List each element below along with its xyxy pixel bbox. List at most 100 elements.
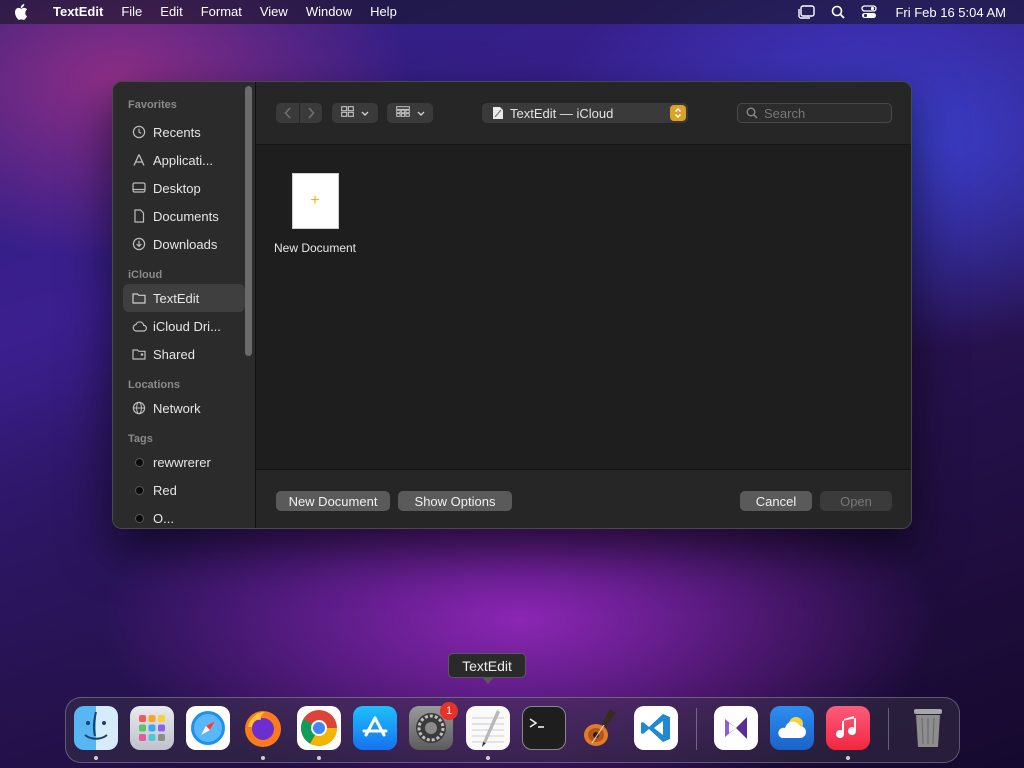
menu-help[interactable]: Help xyxy=(361,0,406,24)
sidebar-item-documents[interactable]: Documents xyxy=(123,202,245,230)
sidebar-item-label: Downloads xyxy=(153,236,218,252)
running-indicator xyxy=(261,756,265,760)
sidebar-tag-rewwrerer[interactable]: rewwrerer xyxy=(123,448,245,476)
music-icon[interactable] xyxy=(826,706,870,750)
view-mode-button[interactable] xyxy=(332,103,378,123)
weather-icon[interactable] xyxy=(770,706,814,750)
sidebar-section-locations: Locations xyxy=(128,379,180,391)
shared-folder-icon xyxy=(131,346,147,362)
garageband-icon[interactable] xyxy=(578,706,622,750)
menu-file[interactable]: File xyxy=(112,0,151,24)
sidebar-item-recents[interactable]: Recents xyxy=(123,118,245,146)
firefox-icon[interactable] xyxy=(241,706,285,750)
dialog-main: TextEdit — iCloud + New Document New Doc… xyxy=(256,82,911,528)
running-indicator xyxy=(846,756,850,760)
chrome-icon[interactable] xyxy=(297,706,341,750)
textedit-document-icon xyxy=(492,106,504,120)
tag-dot-icon xyxy=(134,457,144,467)
download-icon xyxy=(131,236,147,252)
launchpad-icon[interactable] xyxy=(130,706,174,750)
dock: 1 xyxy=(65,697,960,763)
menu-clock[interactable]: Fri Feb 16 5:04 AM xyxy=(885,5,1024,20)
sidebar-tag-red[interactable]: Red xyxy=(123,476,245,504)
file-item-label: New Document xyxy=(273,241,357,255)
sidebar-item-label: Applicati... xyxy=(153,152,213,168)
sidebar-tag-partial[interactable]: O... xyxy=(123,504,245,528)
new-document-button[interactable]: New Document xyxy=(276,491,390,511)
popup-stepper-icon xyxy=(670,105,686,121)
group-icon xyxy=(395,104,410,122)
file-item-new-document[interactable]: + New Document xyxy=(270,173,360,255)
sidebar-section-tags: Tags xyxy=(128,433,153,445)
location-popup-label: TextEdit — iCloud xyxy=(510,105,614,121)
open-file-dialog: Favorites Recents Applicati... Desktop D… xyxy=(112,81,912,529)
menu-view[interactable]: View xyxy=(251,0,297,24)
apple-menu-icon[interactable] xyxy=(14,4,40,20)
show-options-button[interactable]: Show Options xyxy=(398,491,512,511)
sidebar-item-icloud-drive[interactable]: iCloud Dri... xyxy=(123,312,245,340)
search-input[interactable] xyxy=(764,105,884,121)
new-document-icon: + xyxy=(291,173,339,229)
dialog-toolbar: TextEdit — iCloud xyxy=(256,82,911,145)
trash-icon[interactable] xyxy=(906,706,950,750)
tag-dot-icon xyxy=(134,485,144,495)
dock-tooltip: TextEdit xyxy=(448,653,526,684)
sidebar-item-shared[interactable]: Shared xyxy=(123,340,245,368)
dialog-sidebar: Favorites Recents Applicati... Desktop D… xyxy=(113,82,256,528)
clock-icon xyxy=(131,124,147,140)
menu-app-name[interactable]: TextEdit xyxy=(44,0,112,24)
app-store-icon[interactable] xyxy=(353,706,397,750)
globe-icon xyxy=(131,400,147,416)
sidebar-scrollbar[interactable] xyxy=(245,86,252,356)
forward-arrow-icon[interactable] xyxy=(300,107,322,119)
sidebar-item-textedit[interactable]: TextEdit xyxy=(123,284,245,312)
sidebar-item-label: Recents xyxy=(153,124,201,140)
back-forward-group xyxy=(276,103,322,123)
dialog-bottom-bar: New Document Show Options Cancel Open xyxy=(256,469,911,528)
back-arrow-icon[interactable] xyxy=(277,107,299,119)
sidebar-item-network[interactable]: Network xyxy=(123,394,245,422)
chevron-down-icon xyxy=(361,104,369,122)
menu-window[interactable]: Window xyxy=(297,0,361,24)
sidebar-item-label: rewwrerer xyxy=(153,454,211,470)
menu-bar: TextEdit File Edit Format View Window He… xyxy=(0,0,1024,24)
finder-icon[interactable] xyxy=(74,706,118,750)
textedit-icon[interactable] xyxy=(466,706,510,750)
sidebar-item-label: O... xyxy=(153,510,174,526)
control-center-icon[interactable] xyxy=(853,0,885,24)
sidebar-item-downloads[interactable]: Downloads xyxy=(123,230,245,258)
dock-separator xyxy=(696,708,697,750)
applications-icon xyxy=(131,152,147,168)
grid-view-icon xyxy=(341,104,354,122)
terminal-icon[interactable] xyxy=(522,706,566,750)
folder-icon xyxy=(131,290,147,306)
sidebar-item-label: Shared xyxy=(153,346,195,362)
sidebar-section-favorites: Favorites xyxy=(128,99,177,111)
cancel-button[interactable]: Cancel xyxy=(740,491,812,511)
vscode-icon[interactable] xyxy=(634,706,678,750)
sidebar-item-desktop[interactable]: Desktop xyxy=(123,174,245,202)
sidebar-item-label: Network xyxy=(153,400,201,416)
running-indicator xyxy=(317,756,321,760)
running-indicator xyxy=(94,756,98,760)
stage-manager-icon[interactable] xyxy=(789,0,823,24)
cloud-icon xyxy=(131,318,147,334)
visual-studio-icon[interactable] xyxy=(714,706,758,750)
spotlight-search-icon[interactable] xyxy=(823,0,853,24)
sidebar-section-icloud: iCloud xyxy=(128,269,163,281)
sidebar-item-applications[interactable]: Applicati... xyxy=(123,146,245,174)
group-by-button[interactable] xyxy=(387,103,433,123)
search-icon xyxy=(746,107,758,119)
menu-edit[interactable]: Edit xyxy=(151,0,191,24)
menu-format[interactable]: Format xyxy=(192,0,251,24)
desktop-icon xyxy=(131,180,147,196)
sidebar-item-label: Desktop xyxy=(153,180,201,196)
safari-icon[interactable] xyxy=(186,706,230,750)
dock-separator xyxy=(888,708,889,750)
search-field[interactable] xyxy=(737,103,892,123)
tag-dot-icon xyxy=(134,513,144,523)
sidebar-item-label: TextEdit xyxy=(153,290,200,306)
open-button[interactable]: Open xyxy=(820,491,892,511)
sidebar-item-label: iCloud Dri... xyxy=(153,318,221,334)
location-popup[interactable]: TextEdit — iCloud xyxy=(482,103,688,123)
